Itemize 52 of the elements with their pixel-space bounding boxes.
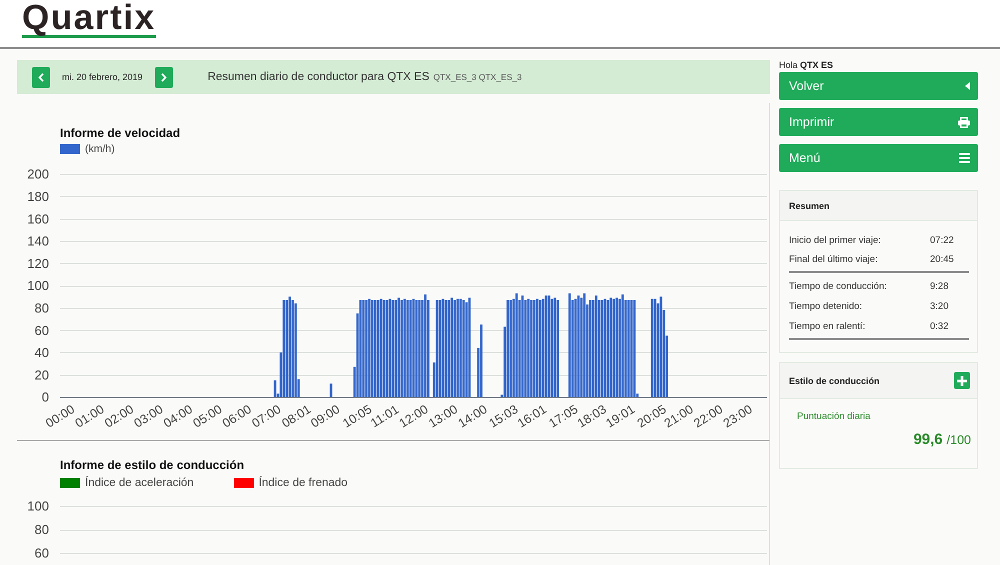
axis-label: 140 xyxy=(27,234,49,249)
card-title: Resumen xyxy=(789,200,830,210)
axis-label: 200 xyxy=(27,166,49,182)
legend-label: Índice de aceleración xyxy=(85,477,194,489)
plus-icon xyxy=(957,376,967,386)
axis-label: 180 xyxy=(27,188,49,204)
axis-label: 60 xyxy=(34,322,49,338)
expand-button[interactable] xyxy=(954,372,970,389)
chevron-left-icon xyxy=(38,72,44,82)
logo: Quartix xyxy=(22,3,156,38)
summary-value: 20:45 xyxy=(930,254,955,265)
previous-day-button[interactable] xyxy=(32,66,50,88)
date-label: mi. 20 febrero, 2019 xyxy=(62,72,143,82)
summary-label: Tiempo de conducción: xyxy=(789,280,888,292)
summary-label: Tiempo en ralentí: xyxy=(789,320,866,332)
axis-label: 80 xyxy=(34,300,49,316)
report-title: Resumen diario de conductor para QTX ES xyxy=(208,71,430,83)
summary-label: Final del último viaje: xyxy=(789,254,879,265)
chart-title: Informe de estilo de conducción xyxy=(60,458,246,472)
legend-label: Índice de frenado xyxy=(258,477,348,489)
summary-value: 3:20 xyxy=(930,300,950,312)
menu-icon xyxy=(959,153,970,163)
axis-label: 80 xyxy=(34,522,49,538)
greeting-text: Hola QTX ES xyxy=(779,60,834,71)
summary-value: 9:28 xyxy=(930,280,950,292)
caret-left-icon xyxy=(965,82,970,90)
axis-label: 40 xyxy=(34,345,49,360)
legend-label: (km/h) xyxy=(85,143,115,155)
axis-label: 100 xyxy=(27,498,49,514)
axis-label: 0 xyxy=(42,390,49,405)
score-label: Puntuación diaria xyxy=(797,411,872,422)
axis-label: 60 xyxy=(34,546,49,561)
vehicle-label: QTX_ES_3 QTX_ES_3 xyxy=(433,72,522,82)
axis-label: 120 xyxy=(27,256,49,271)
back-button[interactable]: Volver xyxy=(779,72,978,100)
axis-label: 100 xyxy=(27,278,49,294)
menu-button[interactable]: Menú xyxy=(779,144,978,172)
chart-title: Informe de velocidad xyxy=(60,126,182,140)
score-max: /100 xyxy=(946,432,971,449)
print-button[interactable]: Imprimir xyxy=(779,108,978,136)
score-value: 99,6 xyxy=(913,431,943,449)
summary-value: 07:22 xyxy=(930,235,955,246)
card-title: Estilo de conducción xyxy=(789,376,880,386)
axis-label: 20 xyxy=(34,367,49,382)
axis-label: 160 xyxy=(27,211,49,226)
speed-bar xyxy=(330,384,332,397)
chevron-right-icon xyxy=(160,72,167,82)
summary-label: Inicio del primer viaje: xyxy=(789,235,882,246)
printer-icon xyxy=(958,116,970,128)
summary-value: 0:32 xyxy=(930,320,950,332)
next-day-button[interactable] xyxy=(154,66,173,88)
summary-label: Tiempo detenido: xyxy=(789,300,864,312)
